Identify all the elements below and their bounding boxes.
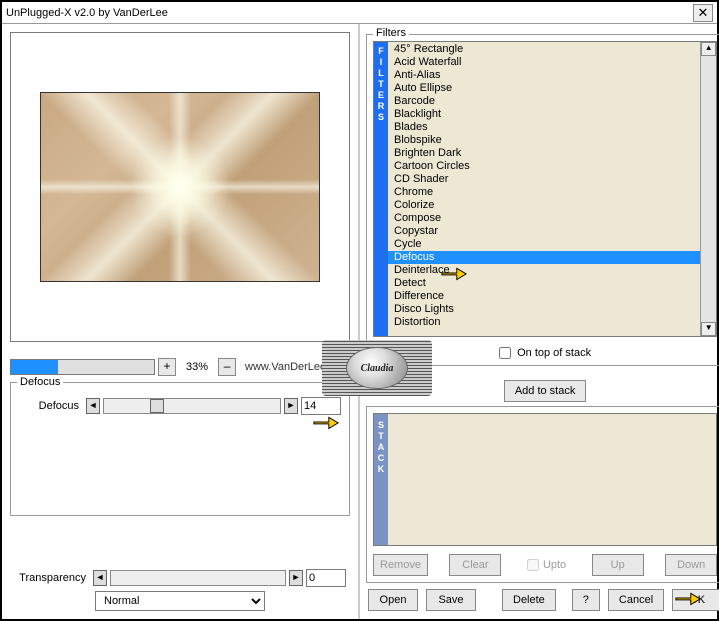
filter-item[interactable]: Acid Waterfall bbox=[388, 56, 700, 69]
transparency-slider[interactable] bbox=[110, 570, 286, 586]
filter-item[interactable]: Copystar bbox=[388, 225, 700, 238]
help-button[interactable]: ? bbox=[572, 589, 600, 611]
filter-item[interactable]: Blades bbox=[388, 121, 700, 134]
save-button[interactable]: Save bbox=[426, 589, 476, 611]
add-to-stack-button[interactable]: Add to stack bbox=[504, 380, 587, 402]
vendor-url: www.VanDerLee.com bbox=[245, 361, 350, 373]
close-button[interactable]: ✕ bbox=[693, 4, 713, 22]
on-top-label: On top of stack bbox=[517, 347, 591, 359]
stack-tab[interactable]: STACK bbox=[374, 414, 388, 545]
up-button[interactable]: Up bbox=[592, 554, 644, 576]
blend-mode-select[interactable]: Normal bbox=[95, 591, 265, 611]
ok-button[interactable]: OK bbox=[672, 589, 719, 611]
filters-tab[interactable]: FILTERS bbox=[374, 42, 388, 336]
filter-item[interactable]: CD Shader bbox=[388, 173, 700, 186]
upto-group[interactable]: Upto bbox=[523, 554, 570, 576]
filter-item[interactable]: Chrome bbox=[388, 186, 700, 199]
filter-item[interactable]: Difference bbox=[388, 290, 700, 303]
filter-scrollbar[interactable]: ▲ ▼ bbox=[700, 42, 716, 336]
filter-item[interactable]: Blacklight bbox=[388, 108, 700, 121]
filter-item[interactable]: Auto Ellipse bbox=[388, 82, 700, 95]
filter-item[interactable]: Cycle bbox=[388, 238, 700, 251]
preview-area bbox=[10, 32, 350, 342]
zoom-in-button[interactable]: + bbox=[158, 358, 176, 376]
filter-item[interactable]: Compose bbox=[388, 212, 700, 225]
transparency-decrease[interactable]: ◄ bbox=[93, 570, 107, 586]
filter-item[interactable]: Disco Lights bbox=[388, 303, 700, 316]
scroll-down-icon[interactable]: ▼ bbox=[701, 322, 716, 336]
zoom-bar[interactable] bbox=[10, 359, 155, 375]
filter-item[interactable]: Detect bbox=[388, 277, 700, 290]
on-top-checkbox[interactable] bbox=[499, 347, 511, 359]
down-button[interactable]: Down bbox=[665, 554, 717, 576]
scroll-up-icon[interactable]: ▲ bbox=[701, 42, 716, 56]
defocus-decrease[interactable]: ◄ bbox=[86, 398, 100, 414]
filter-item[interactable]: Deinterlace bbox=[388, 264, 700, 277]
defocus-slider[interactable] bbox=[103, 398, 281, 414]
upto-checkbox[interactable] bbox=[527, 559, 539, 571]
filter-item[interactable]: Defocus bbox=[388, 251, 700, 264]
defocus-label: Defocus bbox=[19, 400, 83, 412]
upto-label: Upto bbox=[543, 559, 566, 571]
filter-item[interactable]: Cartoon Circles bbox=[388, 160, 700, 173]
filter-item[interactable]: 45° Rectangle bbox=[388, 43, 700, 56]
preview-image bbox=[40, 92, 320, 282]
transparency-increase[interactable]: ► bbox=[289, 570, 303, 586]
transparency-input[interactable] bbox=[306, 569, 346, 587]
zoom-out-button[interactable]: – bbox=[218, 358, 236, 376]
cancel-button[interactable]: Cancel bbox=[608, 589, 664, 611]
filter-item[interactable]: Blobspike bbox=[388, 134, 700, 147]
open-button[interactable]: Open bbox=[368, 589, 418, 611]
filter-item[interactable]: Colorize bbox=[388, 199, 700, 212]
filter-item[interactable]: Barcode bbox=[388, 95, 700, 108]
clear-button[interactable]: Clear bbox=[449, 554, 501, 576]
param-legend: Defocus bbox=[17, 376, 63, 388]
delete-button[interactable]: Delete bbox=[502, 589, 556, 611]
zoom-percent: 33% bbox=[179, 361, 215, 373]
filter-item[interactable]: Brighten Dark bbox=[388, 147, 700, 160]
transparency-label: Transparency bbox=[14, 572, 90, 584]
window-title: UnPlugged-X v2.0 by VanDerLee bbox=[6, 7, 693, 19]
defocus-input[interactable] bbox=[301, 397, 341, 415]
filter-list[interactable]: 45° RectangleAcid WaterfallAnti-AliasAut… bbox=[388, 42, 700, 336]
filter-item[interactable]: Distortion bbox=[388, 316, 700, 329]
filter-item[interactable]: Anti-Alias bbox=[388, 69, 700, 82]
defocus-increase[interactable]: ► bbox=[284, 398, 298, 414]
filters-legend: Filters bbox=[373, 27, 409, 39]
stack-area[interactable]: STACK bbox=[373, 413, 717, 546]
remove-button[interactable]: Remove bbox=[373, 554, 428, 576]
